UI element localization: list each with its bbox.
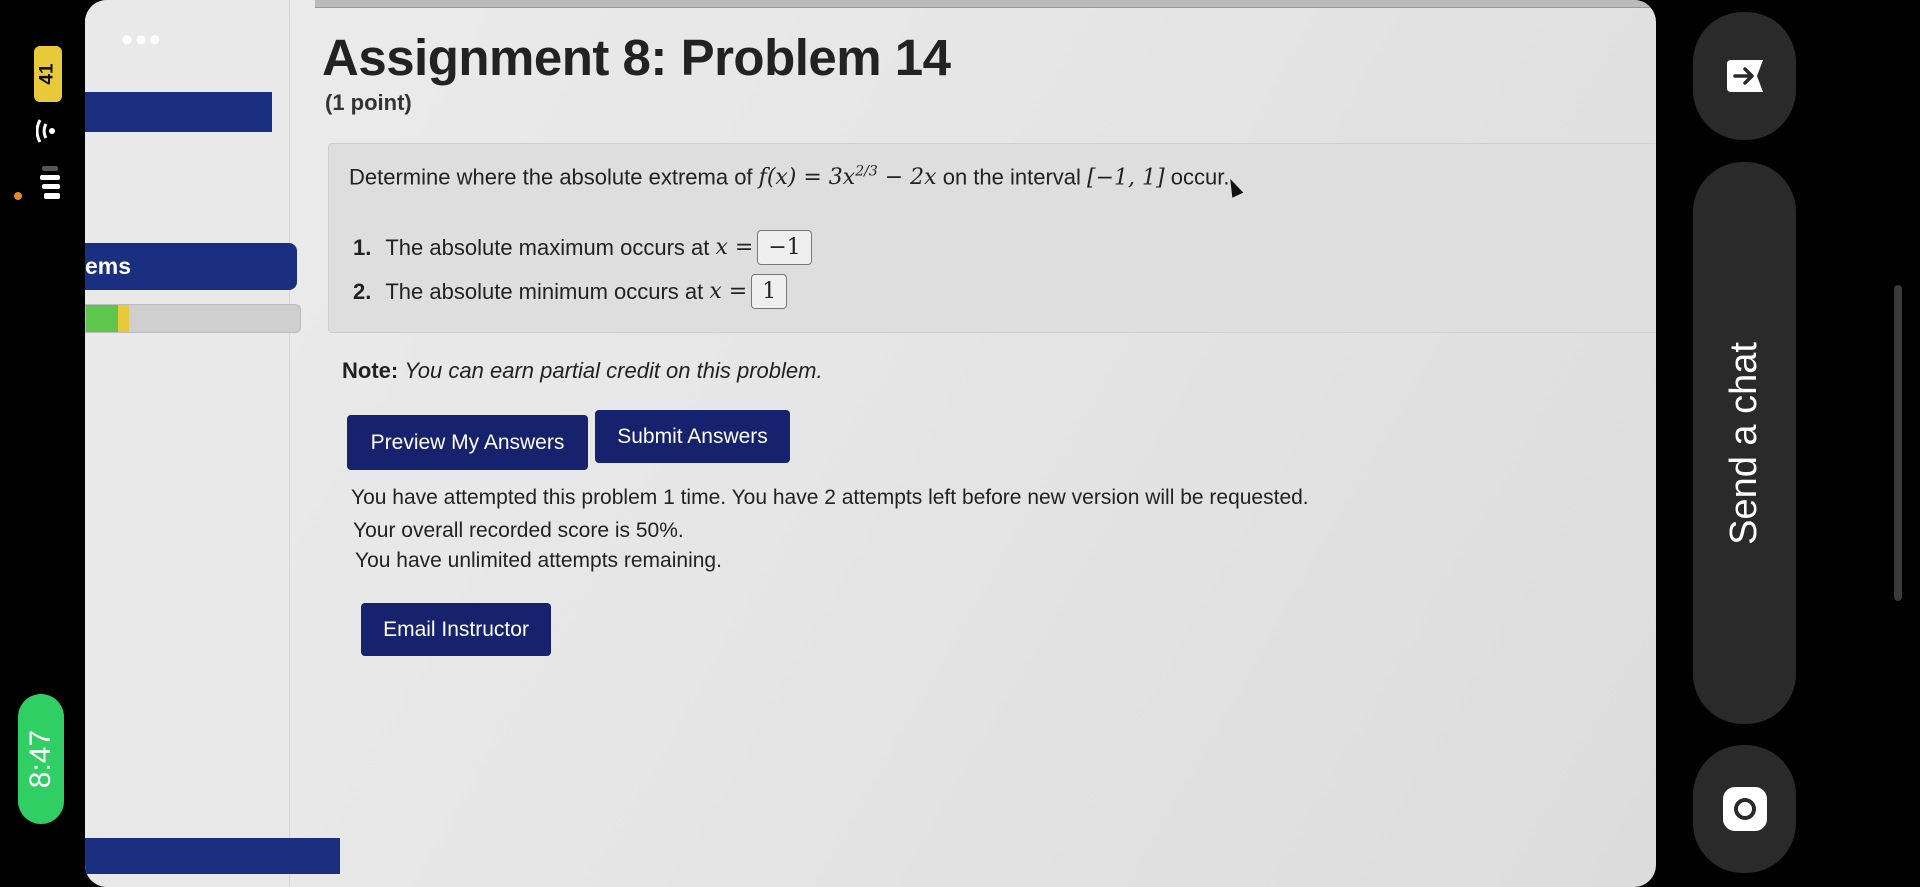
sidebar: ems: [85, 0, 340, 887]
camera-button[interactable]: [1693, 745, 1796, 873]
privacy-indicator-dot: [14, 192, 22, 200]
camera-icon: [1722, 787, 1767, 831]
submit-answers-button[interactable]: Submit Answers: [595, 410, 790, 463]
email-instructor-button[interactable]: Email Instructor: [361, 603, 551, 656]
answer-input-min[interactable]: 1: [751, 274, 788, 309]
progress-partial-fill: [118, 305, 129, 332]
page-title: Assignment 8: Problem 14: [322, 29, 951, 86]
more-options-icon[interactable]: •••: [121, 23, 163, 57]
preview-answers-button[interactable]: Preview My Answers: [347, 415, 588, 470]
clock-pill: 8:47: [18, 694, 64, 824]
problem-box: Determine where the absolute extrema of …: [328, 143, 1656, 333]
score-message: Your overall recorded score is 50%.: [353, 519, 684, 542]
sidebar-item-problems[interactable]: ems: [85, 243, 297, 290]
browser-screen: ems ••• Assignment 8: Problem 14 (1 poin…: [85, 0, 1656, 887]
exit-arrow-icon: [1726, 60, 1763, 92]
attempts-message: You have attempted this problem 1 time. …: [351, 486, 1309, 509]
points-label: (1 point): [325, 90, 412, 115]
sidebar-header-bar: [85, 92, 272, 132]
sidebar-footer-bar: [85, 838, 340, 874]
phone-status-strip: 41 8:47: [0, 0, 85, 887]
answer-row: 2. The absolute minimum occurs at x = 1: [353, 274, 788, 309]
problem-statement: Determine where the absolute extrema of …: [349, 164, 1230, 191]
partial-credit-note: Note: You can earn partial credit on thi…: [342, 358, 823, 383]
interval: [−1, 1]: [1087, 165, 1165, 191]
scrollbar[interactable]: [1894, 285, 1902, 601]
exit-share-button[interactable]: [1693, 12, 1796, 140]
battery-indicator: 41: [34, 46, 62, 102]
progress-bar: [85, 304, 301, 333]
unlimited-message: You have unlimited attempts remaining.: [355, 549, 722, 572]
signal-icon: [40, 166, 60, 199]
send-chat-button[interactable]: Send a chat: [1693, 162, 1796, 724]
wifi-icon: [36, 119, 55, 143]
top-divider: [315, 0, 1655, 8]
progress-correct-fill: [86, 305, 119, 332]
answer-row: 1. The absolute maximum occurs at x = −1: [353, 230, 812, 265]
function-expression: f(x) = 3x2/3 − 2x: [758, 164, 937, 191]
answer-input-max[interactable]: −1: [757, 230, 812, 265]
